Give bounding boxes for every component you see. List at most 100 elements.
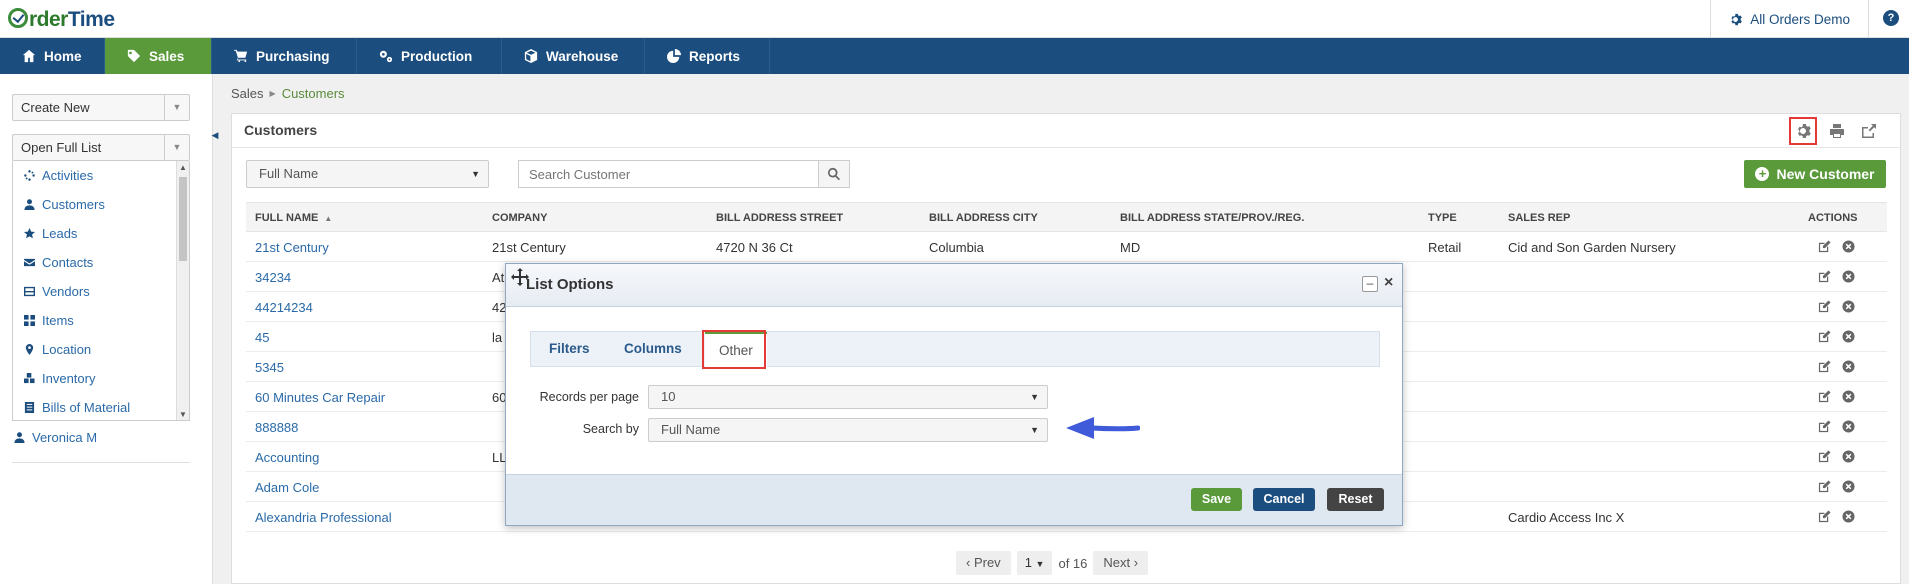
current-user[interactable]: Veronica M <box>14 430 97 445</box>
search-by-dialog-select[interactable]: Full Name ▼ <box>648 418 1048 442</box>
nav-purchasing[interactable]: Purchasing <box>212 38 357 74</box>
edit-icon[interactable] <box>1818 240 1832 254</box>
export-button[interactable] <box>1855 117 1883 145</box>
sidebar-item-contacts[interactable]: Contacts <box>13 248 189 277</box>
nav-reports[interactable]: Reports <box>645 38 770 74</box>
edit-icon[interactable] <box>1818 300 1832 314</box>
reset-button[interactable]: Reset <box>1327 488 1384 511</box>
delete-icon[interactable] <box>1842 510 1856 524</box>
sidebar-item-vendors[interactable]: Vendors <box>13 277 189 306</box>
column-full-name[interactable]: Full Name ▲ <box>255 212 332 224</box>
highlight-box <box>702 330 766 369</box>
ordertime-logo[interactable]: rderTime <box>8 6 115 32</box>
save-button[interactable]: Save <box>1191 488 1242 511</box>
delete-icon[interactable] <box>1842 480 1856 494</box>
records-per-page-label: Records per page <box>539 390 639 404</box>
scrollbar-thumb[interactable] <box>179 177 187 261</box>
edit-icon[interactable] <box>1818 450 1832 464</box>
edit-icon[interactable] <box>1818 360 1832 374</box>
cell-full-name[interactable]: 21st Century <box>255 240 329 255</box>
sidebar-item-bills-of-material[interactable]: Bills of Material <box>13 393 189 420</box>
breadcrumb-customers[interactable]: Customers <box>282 86 345 101</box>
delete-icon[interactable] <box>1842 270 1856 284</box>
delete-icon[interactable] <box>1842 330 1856 344</box>
user-icon <box>24 199 35 210</box>
main-nav: Home Sales Purchasing Production Warehou… <box>0 38 1909 74</box>
breadcrumb-sales[interactable]: Sales <box>231 86 264 101</box>
list-options-button[interactable] <box>1789 117 1817 145</box>
print-button[interactable] <box>1823 117 1851 145</box>
nav-sales[interactable]: Sales <box>105 38 212 74</box>
column-bill-address-city[interactable]: Bill Address City <box>929 212 1038 224</box>
search-button[interactable] <box>818 160 850 188</box>
scroll-up-icon[interactable]: ▲ <box>179 163 187 172</box>
new-customer-button[interactable]: + New Customer <box>1744 160 1886 188</box>
cell-full-name[interactable]: Adam Cole <box>255 480 319 495</box>
create-new-dropdown[interactable]: Create New ▼ <box>12 94 190 121</box>
edit-icon[interactable] <box>1818 390 1832 404</box>
plus-circle-icon: + <box>1755 167 1770 181</box>
sidebar-item-leads[interactable]: Leads <box>13 219 189 248</box>
grid-icon <box>24 315 35 326</box>
caret-down-icon: ▼ <box>164 135 189 160</box>
cell-full-name[interactable]: 44214234 <box>255 300 313 315</box>
nav-home[interactable]: Home <box>0 38 105 74</box>
column-type[interactable]: Type <box>1428 212 1457 224</box>
chevron-right-icon: ▶ <box>269 89 276 98</box>
collapse-sidebar-icon[interactable]: ◀ <box>208 124 222 146</box>
edit-icon[interactable] <box>1818 420 1832 434</box>
open-full-list-dropdown[interactable]: Open Full List ▼ <box>12 134 190 161</box>
cell-full-name[interactable]: 60 Minutes Car Repair <box>255 390 385 405</box>
list-icon <box>24 402 35 413</box>
help-icon[interactable]: ? <box>1883 10 1899 26</box>
cell-full-name[interactable]: Alexandria Professional <box>255 510 392 525</box>
sidebar-item-customers[interactable]: Customers <box>13 190 189 219</box>
column-sales-rep[interactable]: Sales Rep <box>1508 212 1570 224</box>
delete-icon[interactable] <box>1842 240 1856 254</box>
column-bill-address-state[interactable]: Bill Address State/Prov./Reg. <box>1120 212 1304 224</box>
account-switcher[interactable]: All Orders Demo <box>1710 0 1869 38</box>
sidebar-item-activities[interactable]: Activities <box>13 161 189 190</box>
prev-page-button[interactable]: ‹ Prev <box>956 551 1011 575</box>
cell-sales-rep: Cardio Access Inc X <box>1508 510 1625 525</box>
tab-filters[interactable]: Filters <box>549 332 590 366</box>
next-page-button[interactable]: Next › <box>1093 551 1149 575</box>
user-icon <box>14 432 25 443</box>
sidebar-item-inventory[interactable]: Inventory <box>13 364 189 393</box>
records-per-page-select[interactable]: 10 ▼ <box>648 385 1048 409</box>
cell-full-name[interactable]: 34234 <box>255 270 291 285</box>
dialog-header[interactable]: List Options – × <box>506 264 1402 307</box>
edit-icon[interactable] <box>1818 480 1832 494</box>
cube-icon <box>524 49 538 63</box>
delete-icon[interactable] <box>1842 390 1856 404</box>
nav-production[interactable]: Production <box>357 38 502 74</box>
cell-full-name[interactable]: 45 <box>255 330 269 345</box>
pagination: ‹ Prev 1 ▼ of 16 Next › <box>956 551 1149 575</box>
delete-icon[interactable] <box>1842 420 1856 434</box>
cancel-button[interactable]: Cancel <box>1253 488 1315 511</box>
edit-icon[interactable] <box>1818 270 1832 284</box>
quick-list: Activities Customers Leads Contacts Vend… <box>12 161 190 421</box>
page-select[interactable]: 1 ▼ <box>1016 551 1053 575</box>
scroll-down-icon[interactable]: ▼ <box>179 410 187 419</box>
delete-icon[interactable] <box>1842 300 1856 314</box>
cell-full-name[interactable]: Accounting <box>255 450 319 465</box>
sidebar-scrollbar[interactable]: ▲ ▼ <box>176 161 189 420</box>
column-bill-address-street[interactable]: Bill Address Street <box>716 212 843 224</box>
search-input[interactable] <box>518 160 818 188</box>
search-by-select[interactable]: Full Name ▼ <box>246 160 489 188</box>
cell-full-name[interactable]: 5345 <box>255 360 284 375</box>
minimize-button[interactable]: – <box>1362 276 1378 292</box>
tab-columns[interactable]: Columns <box>624 332 682 366</box>
sidebar-item-location[interactable]: Location <box>13 335 189 364</box>
close-icon[interactable]: × <box>1384 274 1393 292</box>
cell-full-name[interactable]: 888888 <box>255 420 298 435</box>
column-company[interactable]: Company <box>492 212 547 224</box>
caret-down-icon: ▼ <box>471 169 480 179</box>
delete-icon[interactable] <box>1842 450 1856 464</box>
nav-warehouse[interactable]: Warehouse <box>502 38 645 74</box>
edit-icon[interactable] <box>1818 330 1832 344</box>
delete-icon[interactable] <box>1842 360 1856 374</box>
edit-icon[interactable] <box>1818 510 1832 524</box>
sidebar-item-items[interactable]: Items <box>13 306 189 335</box>
